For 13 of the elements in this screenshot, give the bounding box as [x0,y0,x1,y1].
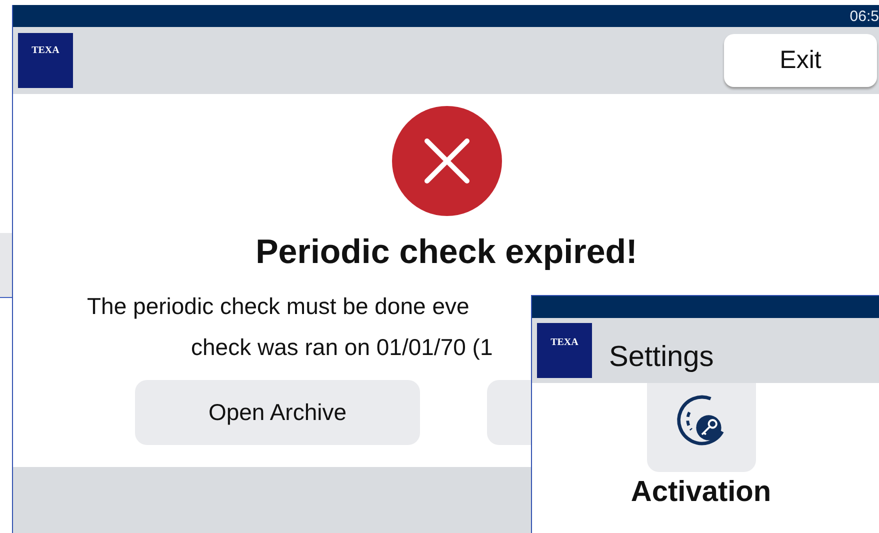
clock: 06:5 [850,8,879,24]
logo: TEXA [537,323,592,378]
message-text: The periodic check must be done eve [87,293,470,319]
background-panel [0,233,12,298]
activation-tile[interactable] [646,383,756,472]
error-icon [392,106,502,216]
alert-title: Periodic check expired! [256,233,638,272]
window-title: Settings [609,341,714,374]
tile-label: Activation [630,476,772,509]
message-text: check was ran on 01/01/70 (1 [191,334,493,360]
exit-button[interactable]: Exit [724,34,877,87]
open-archive-button[interactable]: Open Archive [135,380,420,445]
logo: TEXA [18,33,73,88]
